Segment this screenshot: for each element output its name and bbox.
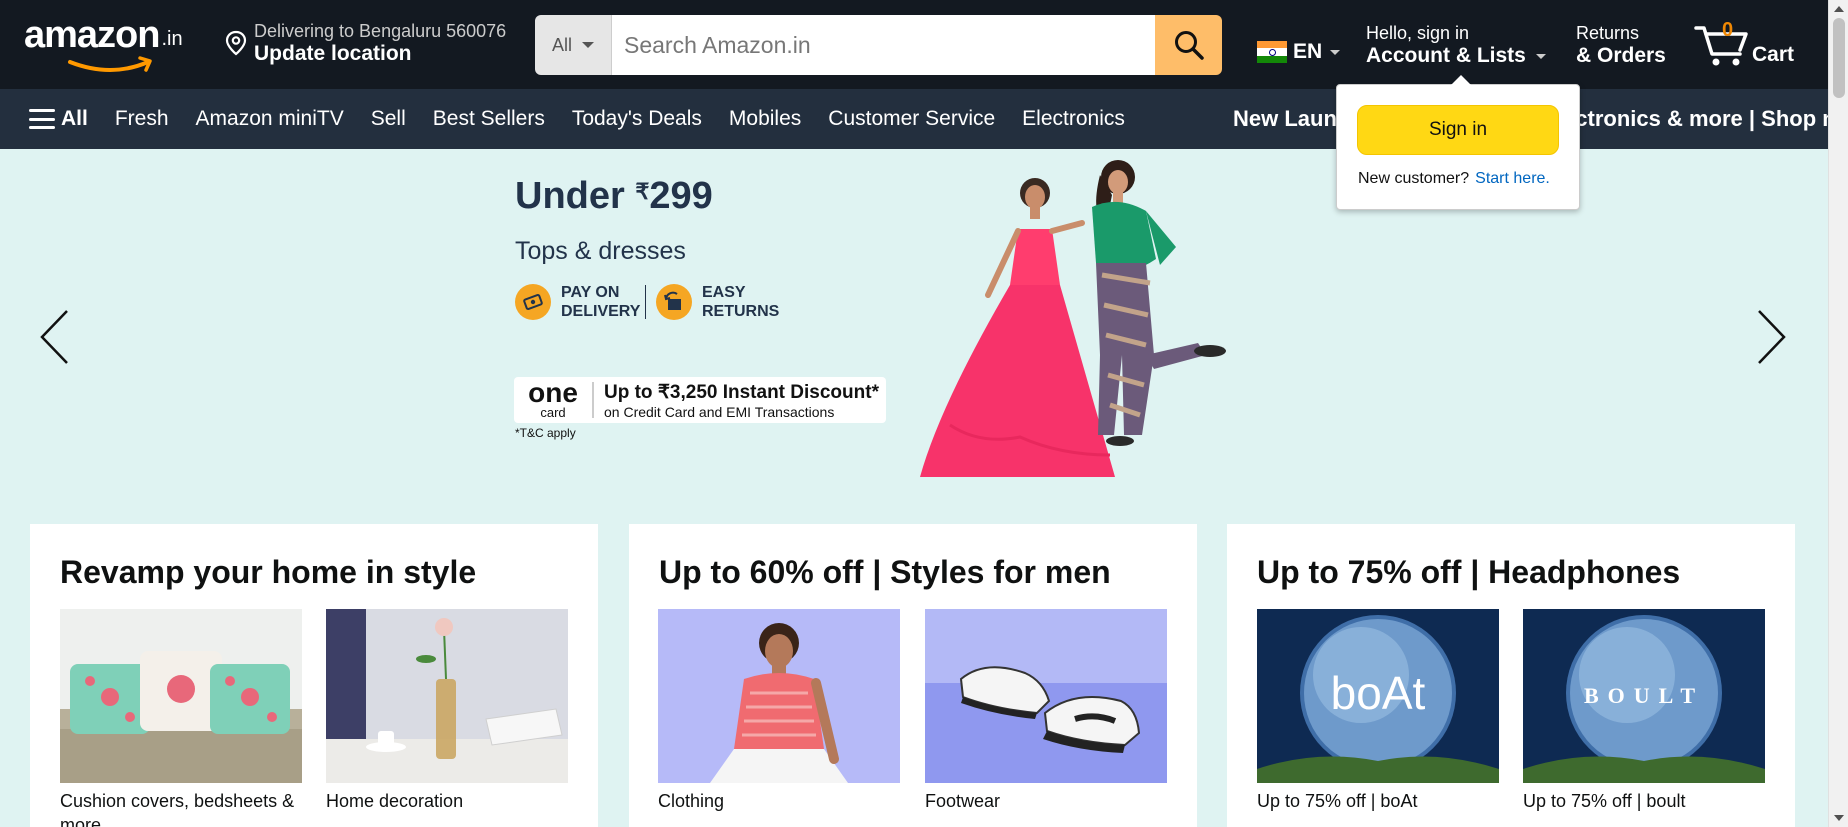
account-greeting: Hello, sign in	[1366, 23, 1470, 43]
offer-headline: Up to ₹3,250 Instant Discount*	[604, 381, 879, 403]
nav-item-minitv[interactable]: Amazon miniTV	[196, 107, 344, 131]
clothing-image	[658, 609, 900, 783]
returns-line1: Returns	[1576, 23, 1640, 43]
boult-logo: BOULT	[1584, 683, 1704, 708]
card-title: Up to 75% off | Headphones	[1257, 554, 1681, 590]
tile-cushion-covers[interactable]: Cushion covers, bedsheets & more	[60, 609, 302, 827]
scroll-thumb[interactable]	[1833, 18, 1845, 98]
carousel-next-icon[interactable]	[1755, 307, 1789, 367]
all-menu-button[interactable]: All	[29, 107, 88, 131]
hero-subtitle: Tops & dresses	[515, 237, 686, 265]
language-selector[interactable]: EN	[1257, 40, 1341, 64]
start-here-link[interactable]: Start here.	[1475, 170, 1550, 187]
search-bar: All	[535, 15, 1222, 75]
deliver-line2: Update location	[254, 42, 412, 65]
tile-boat[interactable]: boAt Up to 75% off | boAt	[1257, 609, 1499, 813]
scroll-down-icon[interactable]	[1834, 815, 1844, 821]
signin-button[interactable]: Sign in	[1357, 105, 1559, 155]
nav-item-electronics[interactable]: Electronics	[1022, 107, 1125, 131]
card-men-styles: Up to 60% off | Styles for men Clothing	[629, 524, 1197, 827]
language-code: EN	[1293, 40, 1323, 63]
nav-item-todays-deals[interactable]: Today's Deals	[572, 107, 702, 131]
home-decor-image	[326, 609, 568, 783]
cart-label: Cart	[1752, 43, 1795, 66]
pay-on-delivery-text: PAY ON DELIVERY	[561, 284, 641, 320]
top-nav: amazon .in Delivering to Bengaluru 56007…	[0, 0, 1828, 89]
deliver-to[interactable]: Delivering to Bengaluru 560076 Update lo…	[224, 20, 506, 66]
logo-text: amazon	[24, 14, 160, 56]
pay-on-delivery-badge: PAY ON DELIVERY	[515, 283, 645, 321]
all-label: All	[61, 107, 88, 130]
footwear-image	[925, 609, 1167, 783]
search-input[interactable]	[612, 15, 1155, 75]
tile-caption: Up to 75% off | boAt	[1257, 791, 1418, 811]
caret-down-icon	[582, 42, 594, 48]
nav-item-sell[interactable]: Sell	[371, 107, 406, 131]
cushion-image	[60, 609, 302, 783]
onecard-offer: one card Up to ₹3,250 Instant Discount* …	[514, 377, 886, 423]
amazon-logo[interactable]: amazon .in	[24, 14, 183, 72]
tile-caption: Footwear	[925, 791, 1001, 811]
onecard-logo: one card	[514, 378, 594, 420]
tile-caption: Cushion covers, bedsheets & more	[60, 791, 295, 827]
tile-caption: Clothing	[658, 791, 725, 811]
search-button[interactable]	[1155, 15, 1222, 75]
search-icon	[1174, 31, 1204, 60]
easy-returns-badge: EASY RETURNS	[656, 283, 786, 321]
currency-symbol: ₹	[635, 179, 650, 204]
card-headphones: Up to 75% off | Headphones boAt Up to 75…	[1227, 524, 1795, 827]
scroll-up-icon[interactable]	[1834, 6, 1844, 12]
india-flag-icon	[1257, 41, 1287, 63]
hero-price: 299	[649, 175, 713, 217]
carousel-prev-icon[interactable]	[37, 307, 71, 367]
boat-image: boAt	[1257, 609, 1499, 783]
nav-item-best-sellers[interactable]: Best Sellers	[433, 107, 545, 131]
new-customer-text: New customer? Start here.	[1358, 170, 1550, 188]
caret-down-icon	[1535, 53, 1546, 59]
deliver-line1: Delivering to Bengaluru 560076	[254, 21, 507, 41]
returns-orders[interactable]: Returns & Orders	[1576, 22, 1666, 68]
tile-home-decoration[interactable]: Home decoration	[326, 609, 568, 813]
hero-title: Under ₹299	[515, 175, 713, 217]
hero-models-image	[920, 160, 1226, 477]
boult-image: BOULT	[1523, 609, 1765, 783]
card-title: Up to 60% off | Styles for men	[659, 554, 1111, 590]
account-label: Account & Lists	[1366, 44, 1526, 67]
nav-item-fresh[interactable]: Fresh	[115, 107, 169, 131]
card-title: Revamp your home in style	[60, 554, 477, 590]
nav-item-customer-service[interactable]: Customer Service	[828, 107, 995, 131]
nav-item-mobiles[interactable]: Mobiles	[729, 107, 801, 131]
badge-divider	[645, 285, 646, 319]
page-scrollbar[interactable]	[1828, 0, 1848, 827]
cart-count: 0	[1722, 19, 1734, 41]
cart-button[interactable]: 0 Cart	[1694, 19, 1799, 70]
boat-logo: boAt	[1331, 667, 1426, 719]
search-category-dropdown[interactable]: All	[535, 15, 612, 75]
signin-popover: Sign in New customer? Start here.	[1336, 75, 1580, 210]
location-pin-icon	[225, 30, 247, 56]
terms-text: *T&C apply	[515, 426, 576, 440]
tile-boult[interactable]: BOULT Up to 75% off | boult	[1523, 609, 1765, 813]
account-lists[interactable]: Hello, sign in Account & Lists	[1366, 22, 1546, 68]
tile-clothing[interactable]: Clothing	[658, 609, 900, 813]
hero-badges: PAY ON DELIVERY EASY RETURNS	[515, 283, 786, 321]
tile-caption: Up to 75% off | boult	[1523, 791, 1686, 811]
new-customer-label: New customer?	[1358, 170, 1470, 187]
hamburger-icon	[29, 109, 55, 129]
returns-line2: & Orders	[1576, 44, 1666, 67]
caret-down-icon	[1330, 49, 1341, 55]
offer-subline: on Credit Card and EMI Transactions	[604, 403, 835, 420]
cash-icon	[515, 284, 551, 320]
return-box-icon	[656, 284, 692, 320]
logo-smile-icon	[68, 56, 152, 72]
logo-tld: .in	[161, 28, 183, 50]
easy-returns-text: EASY RETURNS	[702, 284, 780, 320]
tile-footwear[interactable]: Footwear	[925, 609, 1167, 813]
tile-caption: Home decoration	[326, 791, 464, 811]
search-category-label: All	[551, 34, 572, 55]
card-home: Revamp your home in style Cushion covers…	[30, 524, 598, 827]
